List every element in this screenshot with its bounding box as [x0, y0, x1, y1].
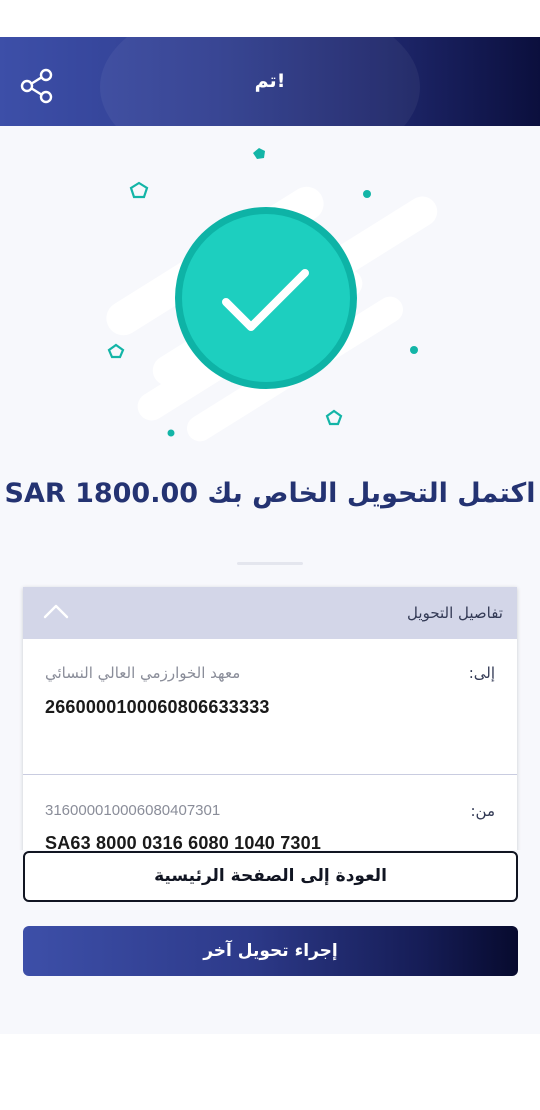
success-message: اكتمل التحويل الخاص بك SAR 1800.00	[4, 478, 536, 509]
details-title: تفاصيل التحويل	[407, 604, 503, 622]
bottom-blank-area	[0, 1034, 540, 1110]
page-title: تم!	[254, 70, 286, 92]
to-label: إلى:	[468, 664, 495, 682]
deco-dot	[167, 429, 175, 437]
details-header[interactable]: تفاصيل التحويل	[23, 587, 517, 639]
recipient-account: 2660000100060806633333	[45, 697, 270, 717]
row-divider	[23, 774, 517, 775]
recipient-name: معهد الخوارزمي العالي النسائي	[45, 664, 241, 682]
deco-pentagon	[107, 343, 125, 359]
back-to-home-button[interactable]: العودة إلى الصفحة الرئيسية	[23, 851, 518, 902]
deco-pentagon	[129, 181, 149, 199]
transfer-details-card: تفاصيل التحويل إلى: معهد الخوارزمي العال…	[23, 587, 517, 857]
from-label: من:	[470, 802, 495, 820]
deco-dot	[410, 346, 418, 354]
deco-pentagon	[325, 409, 343, 426]
status-bar-area	[0, 0, 540, 37]
sender-account-number: 316000010006080407301	[45, 802, 221, 819]
app-header: تم!	[0, 37, 540, 126]
deco-dot	[363, 190, 371, 198]
chevron-up-icon[interactable]	[43, 601, 69, 621]
transfer-success-screen: تم! اكتمل التحويل الخاص بك SAR 1800.00 ت…	[0, 0, 540, 1110]
check-circle-inner	[182, 214, 350, 382]
divider	[237, 562, 303, 565]
success-illustration	[106, 148, 438, 442]
deco-dot	[253, 148, 265, 159]
new-transfer-button[interactable]: إجراء تحويل آخر	[23, 926, 518, 976]
